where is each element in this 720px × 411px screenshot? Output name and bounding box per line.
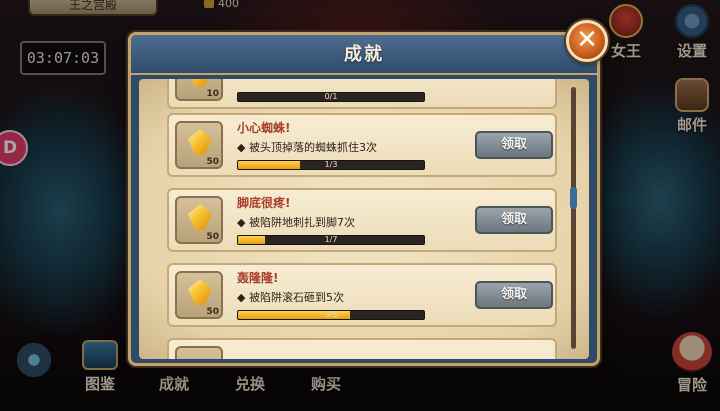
panel-title: 成就 <box>344 44 384 65</box>
reward-count: 50 <box>206 307 219 317</box>
close-button[interactable]: ✕ <box>566 20 608 62</box>
gem-icon <box>188 204 212 230</box>
achievement-list[interactable]: 10 0/1 50 小心蜘蛛! ◆ 被头顶掉落的蜘蛛抓住3次 1/3 领取 50… <box>139 79 589 359</box>
achievement-description: ◆ 被陷阱地刺扎到脚7次 <box>237 216 355 229</box>
progress-bar: 0/1 <box>237 92 425 102</box>
scrollbar-thumb[interactable] <box>570 187 577 209</box>
progress-bar: 3/5 <box>237 310 425 320</box>
reward-icon-box: 50 <box>175 271 223 319</box>
gem-icon <box>188 79 212 87</box>
achievement-card: 10 0/1 <box>167 79 557 109</box>
achievement-card: 50 小心蜘蛛! ◆ 被头顶掉落的蜘蛛抓住3次 1/3 领取 <box>167 113 557 177</box>
claim-button[interactable]: 领取 <box>475 281 553 309</box>
progress-bar: 1/3 <box>237 160 425 170</box>
reward-icon-box: 10 <box>175 79 223 101</box>
claim-button[interactable]: 领取 <box>475 206 553 234</box>
progress-text: 1/3 <box>324 160 338 169</box>
reward-count: 10 <box>206 89 219 99</box>
achievement-card: 50 轰隆隆! ◆ 被陷阱滚石砸到5次 3/5 领取 <box>167 263 557 327</box>
achievement-description: ◆ 被陷阱滚石砸到5次 <box>237 291 344 304</box>
achievement-title: 小心蜘蛛! <box>237 121 291 135</box>
reward-icon-box: 50 <box>175 196 223 244</box>
achievement-description: ◆ 被头顶掉落的蜘蛛抓住3次 <box>237 141 377 154</box>
gem-icon <box>188 129 212 155</box>
achievement-title: 轰隆隆! <box>237 271 279 285</box>
achievements-panel: 成就 10 0/1 50 小心蜘蛛! ◆ 被头顶掉落的蜘蛛抓住3次 1/3 领取… <box>128 32 600 366</box>
progress-text: 0/1 <box>324 92 338 101</box>
progress-bar: 1/7 <box>237 235 425 245</box>
reward-count: 50 <box>206 157 219 167</box>
achievement-title: 脚底很疼! <box>237 196 291 210</box>
scrollbar-track[interactable] <box>571 87 576 349</box>
achievement-card <box>167 338 557 359</box>
reward-count: 50 <box>206 232 219 242</box>
gem-icon <box>188 279 212 305</box>
progress-text: 1/7 <box>324 235 338 244</box>
reward-icon-box <box>175 346 223 359</box>
reward-icon-box: 50 <box>175 121 223 169</box>
panel-header: 成就 <box>131 35 597 75</box>
achievement-card: 50 脚底很疼! ◆ 被陷阱地刺扎到脚7次 1/7 领取 <box>167 188 557 252</box>
progress-text: 3/5 <box>324 310 338 319</box>
claim-button[interactable]: 领取 <box>475 131 553 159</box>
